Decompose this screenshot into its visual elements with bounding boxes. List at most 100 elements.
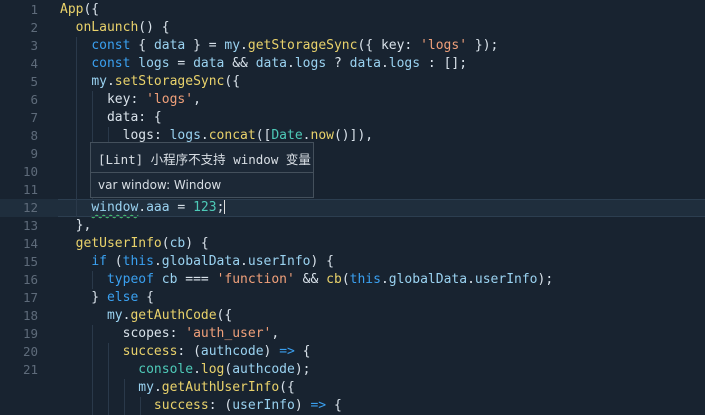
code-line[interactable]: 17 } else { <box>0 289 705 307</box>
code-line[interactable]: 6 key: 'logs', <box>0 91 705 109</box>
code-token: data <box>349 56 381 71</box>
code-token: . <box>153 254 162 269</box>
code-token: else <box>106 290 139 305</box>
line-number: 20 <box>22 344 38 359</box>
code-token: ( <box>106 254 123 269</box>
code-token: : ( <box>177 344 201 359</box>
code-line[interactable]: 5 my.setStorageSync({ <box>0 73 705 91</box>
line-number: 16 <box>22 272 38 287</box>
line-content[interactable]: key: 'logs', <box>60 91 201 109</box>
code-line[interactable]: 21 console.log(authcode); <box>0 361 705 379</box>
code-token: cb <box>326 272 342 287</box>
code-token: ()]), <box>333 128 374 143</box>
code-token: key <box>380 38 405 53</box>
line-number: 14 <box>22 236 38 251</box>
line-content[interactable]: App({ <box>60 1 99 19</box>
line-number: 13 <box>22 218 38 233</box>
line-content[interactable]: const { data } = my.getStorageSync({ key… <box>60 37 498 55</box>
code-line[interactable]: 12 window.aaa = 123; <box>0 199 705 217</box>
code-token: scopes <box>122 326 170 341</box>
line-content[interactable]: }, <box>60 217 92 235</box>
code-token: ? <box>326 56 350 71</box>
code-token: { <box>130 38 154 53</box>
code-token: setStorageSync <box>114 74 225 89</box>
code-token: authcode <box>232 362 295 377</box>
code-line[interactable]: 16 typeof cb === 'function' && cb(this.g… <box>0 271 705 289</box>
line-content[interactable]: success: (userInfo) => { <box>60 397 342 415</box>
line-content[interactable]: getUserInfo(cb) { <box>60 235 209 253</box>
code-line[interactable]: 20 success: (authcode) => { <box>0 343 705 361</box>
line-content[interactable]: const logs = data && data.logs ? data.lo… <box>60 55 467 73</box>
code-token: : <box>130 92 147 107</box>
line-number: 18 <box>22 308 38 323</box>
code-token: ({ <box>357 38 381 53</box>
code-line[interactable]: 1 App({ <box>0 1 705 19</box>
line-content[interactable]: window.aaa = 123; <box>60 199 226 217</box>
code-token: concat <box>208 128 256 143</box>
indent-guide <box>108 343 109 415</box>
code-line[interactable]: 14 getUserInfo(cb) { <box>0 235 705 253</box>
code-token: ([ <box>255 128 272 143</box>
code-line[interactable]: 3 const { data } = my.getStorageSync({ k… <box>0 37 705 55</box>
code-token: 'function' <box>216 272 295 287</box>
line-number: 4 <box>30 56 38 71</box>
code-token: = <box>169 200 194 215</box>
code-line[interactable]: my.getAuthUserInfo({ <box>0 379 705 397</box>
line-content[interactable]: success: (authcode) => { <box>60 343 311 361</box>
code-token: App <box>60 2 84 17</box>
indent-guide <box>76 37 77 217</box>
code-token: { <box>138 290 154 305</box>
line-content[interactable]: typeof cb === 'function' && cb(this.glob… <box>60 271 553 289</box>
code-token: getUserInfo <box>75 236 162 251</box>
line-number: 21 <box>22 362 38 377</box>
code-token: authcode <box>200 344 264 359</box>
line-content[interactable]: onLaunch() { <box>60 19 170 37</box>
line-content[interactable]: console.log(authcode); <box>60 361 311 379</box>
code-token: : <box>153 128 170 143</box>
code-token: ); <box>537 272 554 287</box>
line-content[interactable]: if (this.globalData.userInfo) { <box>60 253 334 271</box>
code-token: userInfo <box>474 272 538 287</box>
code-token: }, <box>60 218 92 233</box>
code-token: my <box>91 74 107 89</box>
line-number: 9 <box>30 146 38 161</box>
code-token: typeof <box>106 272 154 287</box>
code-line[interactable]: 4 const logs = data && data.logs ? data.… <box>0 55 705 73</box>
code-token: logs <box>294 56 327 71</box>
line-content[interactable]: my.getAuthCode({ <box>60 307 232 325</box>
code-line[interactable]: 19 scopes: 'auth_user', <box>0 325 705 343</box>
line-content[interactable]: my.setStorageSync({ <box>60 73 240 91</box>
code-line[interactable]: 7 data: { <box>0 109 705 127</box>
code-line[interactable]: 18 my.getAuthCode({ <box>0 307 705 325</box>
tooltip-divider <box>91 172 313 173</box>
indent-guide <box>124 379 125 415</box>
code-token: data <box>193 56 225 71</box>
code-token: const <box>91 38 131 53</box>
code-line[interactable]: success: (userInfo) => { <box>0 397 705 415</box>
code-line[interactable]: 15 if (this.globalData.userInfo) { <box>0 253 705 271</box>
code-token: ({ <box>279 380 295 395</box>
code-line[interactable]: 2 onLaunch() { <box>0 19 705 37</box>
line-number: 5 <box>30 74 38 89</box>
line-content[interactable]: } else { <box>60 289 154 307</box>
line-content[interactable]: my.getAuthUserInfo({ <box>60 379 295 397</box>
code-token: . <box>138 200 147 215</box>
code-token: . <box>240 254 248 269</box>
code-line[interactable]: 13 }, <box>0 217 705 235</box>
code-token: logs <box>122 128 154 143</box>
code-editor[interactable]: 1 App({2 onLaunch() {3 const { data } = m… <box>0 0 705 415</box>
code-token: => <box>279 344 295 359</box>
code-token: ) <box>263 344 280 359</box>
code-token: userInfo <box>247 254 311 269</box>
lint-message: [Lint] 小程序不支持 window 变量 <box>98 152 311 167</box>
code-token: . <box>106 74 115 89</box>
code-token: . <box>193 362 201 377</box>
code-token: onLaunch <box>75 20 139 35</box>
code-token: ); <box>294 362 311 377</box>
code-token: getAuthCode <box>130 308 217 323</box>
